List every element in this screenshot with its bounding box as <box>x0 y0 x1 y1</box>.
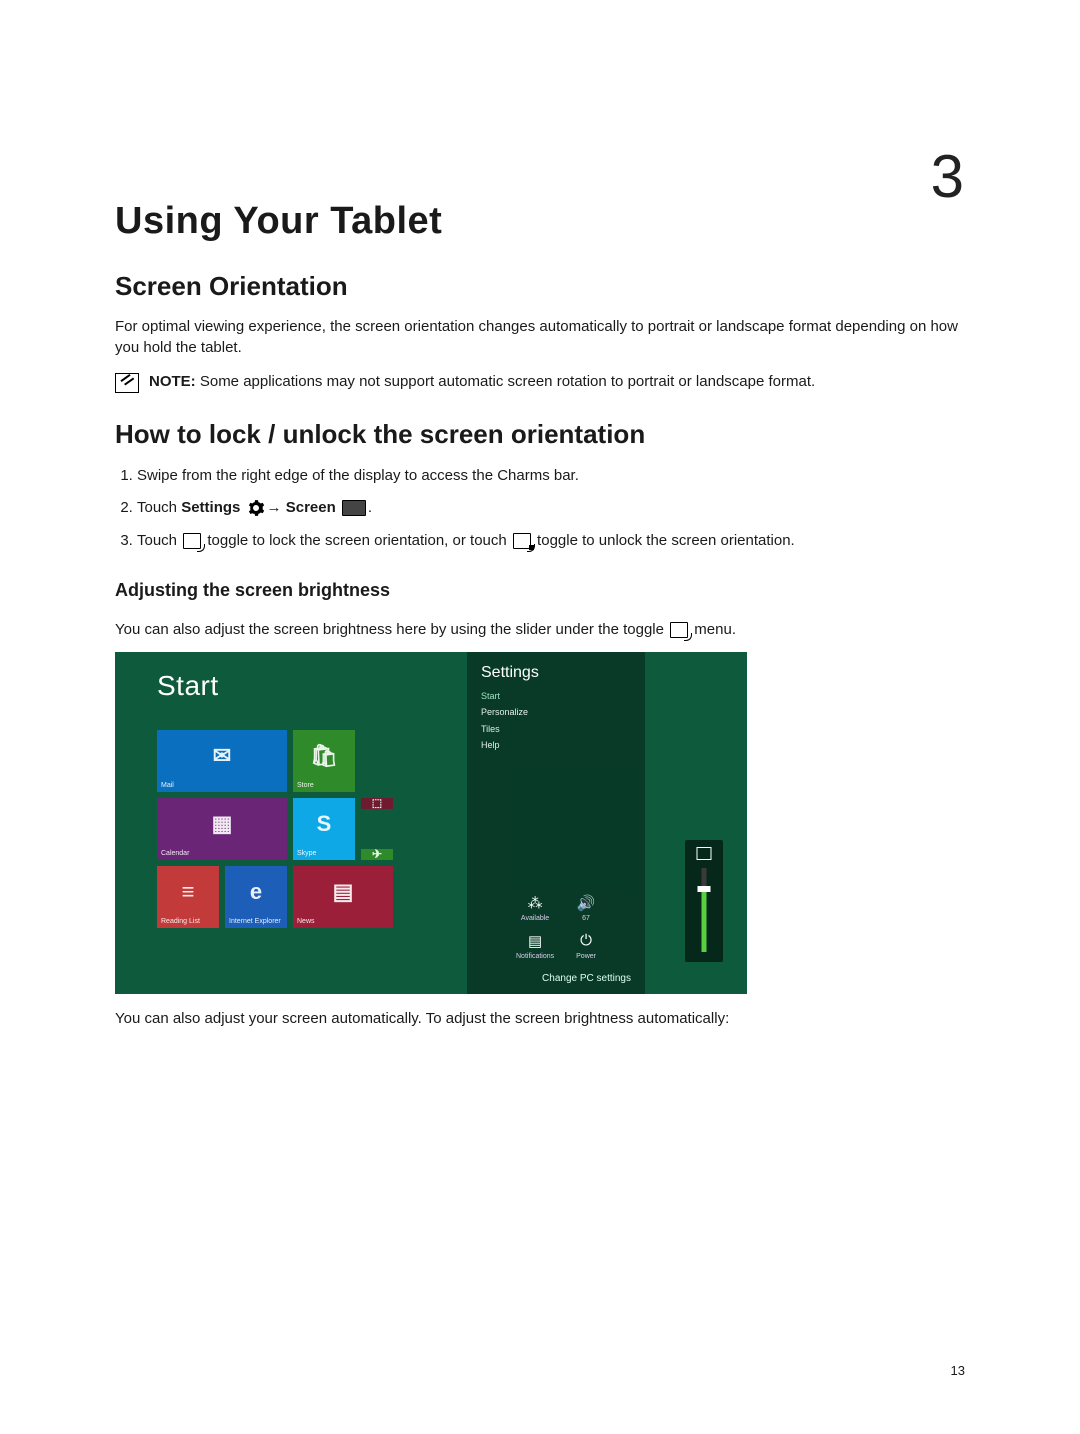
settings-menu-item[interactable]: Help <box>481 737 631 753</box>
tile-mail[interactable]: ✉ Mail <box>157 730 287 792</box>
body-text: You can also adjust your screen automati… <box>115 1008 965 1029</box>
volume-icon: 🔊 <box>576 894 596 910</box>
tile-skype[interactable]: S Skype <box>293 798 355 860</box>
chapter-number: 3 <box>931 142 965 211</box>
rotation-icon <box>670 622 688 638</box>
start-label: Start <box>157 670 467 702</box>
settings-title: Settings <box>481 664 631 682</box>
power-icon: ⏻ <box>576 932 596 948</box>
calendar-icon: ▦ <box>212 811 233 837</box>
settings-menu: Start Personalize Tiles Help <box>481 688 631 753</box>
chapter-title: Using Your Tablet <box>115 200 965 243</box>
mail-icon: ✉ <box>213 743 231 769</box>
start-screen: Start ✉ Mail 🛍 Store ▦ Calendar S Skype <box>115 652 467 994</box>
brightness-slider[interactable] <box>702 868 707 952</box>
subsection-heading-brightness: Adjusting the screen brightness <box>115 580 965 601</box>
tile-store[interactable]: 🛍 Store <box>293 730 355 792</box>
tile-camera[interactable]: ⬚ <box>361 798 393 809</box>
body-text: For optimal viewing experience, the scre… <box>115 316 965 359</box>
slider-thumb[interactable] <box>698 886 711 892</box>
camera-icon: ⬚ <box>372 796 382 809</box>
step-2: Touch Settings → Screen . <box>137 496 965 521</box>
reading-icon: ≡ <box>182 879 195 905</box>
note-label: NOTE: <box>149 373 200 390</box>
tile-games[interactable]: ✈ <box>361 849 393 860</box>
wifi-icon: ⁂ <box>516 894 554 910</box>
rotation-toggle-icon[interactable] <box>697 847 712 860</box>
settings-menu-item[interactable]: Personalize <box>481 704 631 720</box>
quick-settings-row: ⁂Available ▤Notifications 🔊67 ⏻Power <box>467 894 645 960</box>
store-icon: 🛍 <box>310 743 338 769</box>
note-body: Some applications may not support automa… <box>200 373 815 390</box>
tile-calendar[interactable]: ▦ Calendar <box>157 798 287 860</box>
steps-list: Swipe from the right edge of the display… <box>137 464 965 554</box>
games-icon: ✈ <box>372 847 382 861</box>
tile-news[interactable]: ▤ News <box>293 866 393 928</box>
tile-grid: ✉ Mail 🛍 Store ▦ Calendar S Skype ⬚ <box>157 730 467 928</box>
network-button[interactable]: ⁂Available <box>516 894 554 922</box>
note-icon <box>115 373 139 393</box>
section-heading-orientation: Screen Orientation <box>115 271 965 302</box>
settings-menu-item[interactable]: Tiles <box>481 721 631 737</box>
rotation-unlock-icon <box>183 533 201 549</box>
body-text: You can also adjust the screen brightnes… <box>115 619 965 640</box>
tile-internet-explorer[interactable]: e Internet Explorer <box>225 866 287 928</box>
tile-reading-list[interactable]: ≡ Reading List <box>157 866 219 928</box>
note-text: NOTE: Some applications may not support … <box>149 371 815 392</box>
note-block: NOTE: Some applications may not support … <box>115 371 965 393</box>
skype-icon: S <box>317 811 332 837</box>
settings-menu-item[interactable]: Start <box>481 688 631 704</box>
brightness-slider-panel <box>685 840 723 962</box>
change-pc-settings-link[interactable]: Change PC settings <box>542 973 631 984</box>
news-icon: ▤ <box>333 879 354 905</box>
settings-charm-panel: Settings Start Personalize Tiles Help ⁂A… <box>467 652 645 994</box>
page-number: 13 <box>951 1363 965 1378</box>
windows8-screenshot: Start ✉ Mail 🛍 Store ▦ Calendar S Skype <box>115 652 747 994</box>
ie-icon: e <box>250 879 262 905</box>
power-button[interactable]: ⏻Power <box>576 932 596 960</box>
volume-button[interactable]: 🔊67 <box>576 894 596 922</box>
gear-icon <box>247 499 265 517</box>
section-heading-lock: How to lock / unlock the screen orientat… <box>115 419 965 450</box>
rotation-lock-icon <box>513 533 531 549</box>
step-1: Swipe from the right edge of the display… <box>137 464 965 489</box>
step-3: Touch toggle to lock the screen orientat… <box>137 529 965 554</box>
notifications-button[interactable]: ▤Notifications <box>516 932 554 960</box>
notifications-icon: ▤ <box>516 932 554 948</box>
screen-icon <box>342 500 366 516</box>
document-page: 3 Using Your Tablet Screen Orientation F… <box>0 0 1080 1434</box>
